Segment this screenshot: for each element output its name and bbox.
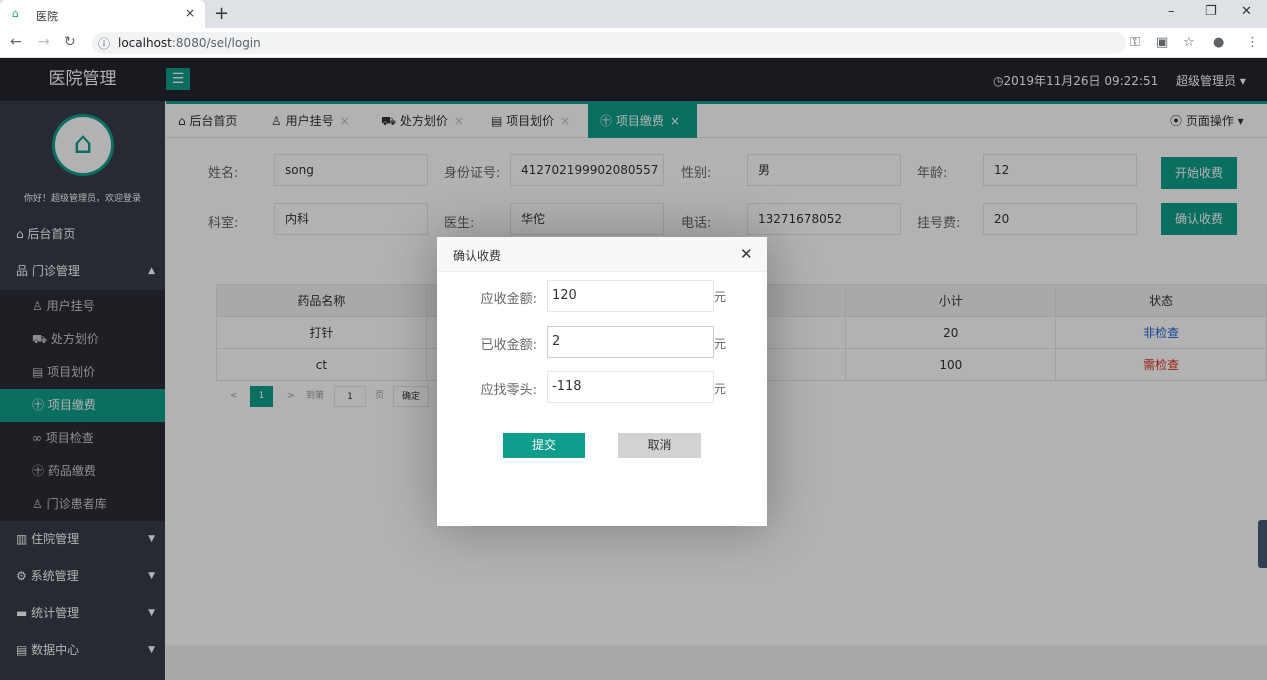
side-widget-handle[interactable] xyxy=(1258,520,1267,568)
browser-tab[interactable]: ⌂ 医院 × xyxy=(0,0,205,28)
star-icon[interactable]: ☆ xyxy=(1183,35,1195,50)
more-menu-icon[interactable]: ⋮ xyxy=(1246,35,1259,50)
change-amount-label: 应找零头: xyxy=(480,383,537,398)
paid-amount-field[interactable]: 2 xyxy=(547,326,714,358)
translate-icon[interactable]: ▣ xyxy=(1156,35,1168,50)
unit-label: 元 xyxy=(714,382,727,396)
minimize-icon[interactable]: – xyxy=(1168,4,1175,19)
info-icon: ⓘ xyxy=(98,37,111,51)
browser-tab-title: 医院 xyxy=(36,10,58,23)
cancel-button[interactable]: 取消 xyxy=(618,433,701,458)
dialog-title: 确认收费 xyxy=(453,249,502,263)
submit-button[interactable]: 提交 xyxy=(503,433,585,458)
close-icon[interactable]: ✕ xyxy=(740,245,753,263)
unit-label: 元 xyxy=(714,290,727,304)
reload-icon[interactable]: ↻ xyxy=(64,34,76,50)
restore-icon[interactable]: ❐ xyxy=(1205,4,1217,19)
change-amount-field[interactable]: -118 xyxy=(547,371,714,403)
new-tab-button[interactable]: + xyxy=(214,3,229,24)
window-close-icon[interactable]: ✕ xyxy=(1241,4,1252,19)
url-host: localhost xyxy=(118,36,172,50)
due-amount-field[interactable]: 120 xyxy=(547,280,714,312)
forward-icon[interactable]: → xyxy=(38,34,50,50)
hospital-favicon-icon: ⌂ xyxy=(12,7,19,20)
url-field[interactable]: ⓘ localhost:8080/sel/login xyxy=(92,32,1126,54)
key-icon[interactable]: ⚿ xyxy=(1130,35,1140,50)
unit-label: 元 xyxy=(714,337,727,351)
account-icon[interactable]: ● xyxy=(1213,35,1224,50)
paid-amount-label: 已收金额: xyxy=(480,338,537,353)
url-path: :8080/sel/login xyxy=(171,36,261,50)
close-tab-icon[interactable]: × xyxy=(185,6,195,20)
back-icon[interactable]: ← xyxy=(10,34,22,50)
due-amount-label: 应收金额: xyxy=(480,292,537,307)
confirm-charge-dialog: 确认收费 ✕ 应收金额: 120 元 已收金额: 2 元 应找零头: -118 … xyxy=(437,237,767,526)
